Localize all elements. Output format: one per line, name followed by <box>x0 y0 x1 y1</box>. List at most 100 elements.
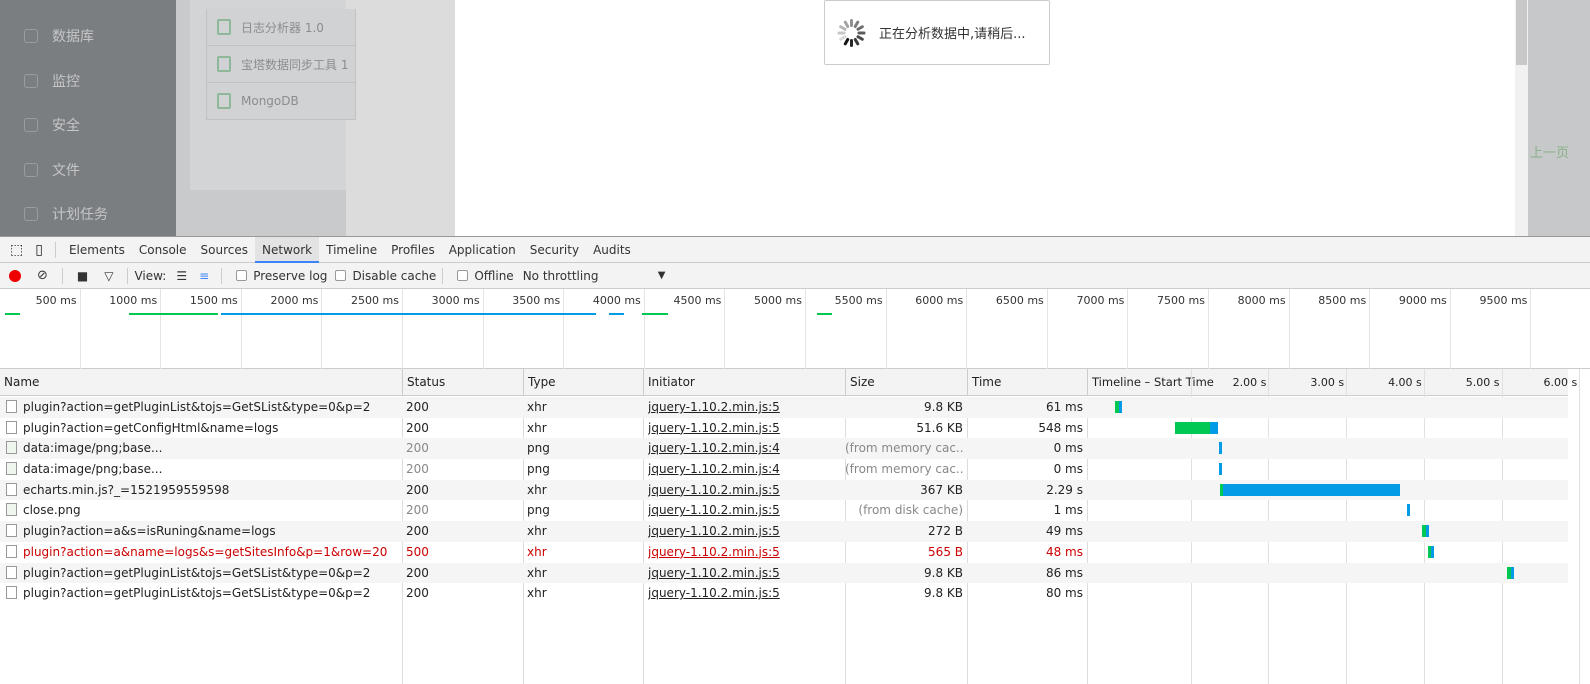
request-initiator-link[interactable]: jquery-1.10.2.min.js:5 <box>648 500 780 521</box>
image-icon <box>6 441 17 455</box>
request-name-cell[interactable]: plugin?action=getConfigHtml&name=logs <box>0 418 400 439</box>
spinner-segment <box>857 31 866 34</box>
request-name-cell[interactable]: echarts.min.js?_=1521959559598 <box>0 480 400 501</box>
request-initiator-link[interactable]: jquery-1.10.2.min.js:5 <box>648 521 780 542</box>
request-type: xhr <box>527 420 547 435</box>
request-name-cell[interactable]: data:image/png;base... <box>0 459 400 480</box>
request-name[interactable]: echarts.min.js?_=1521959559598 <box>23 483 229 497</box>
column-size[interactable]: Size <box>845 369 967 396</box>
plugin-item[interactable]: 宝塔数据同步工具 1 <box>206 46 356 83</box>
request-name-cell[interactable]: plugin?action=getPluginList&tojs=GetSLis… <box>0 397 400 418</box>
request-name-cell[interactable]: plugin?action=a&s=isRuning&name=logs <box>0 521 400 542</box>
network-overview[interactable]: 500 ms 1000 ms 1500 ms 2000 ms 2500 ms 3000 m… <box>0 289 1590 369</box>
scrollbar-thumb[interactable] <box>1516 0 1527 65</box>
request-type: xhr <box>527 400 547 414</box>
tab-sources[interactable]: Sources <box>194 237 255 263</box>
filter-icon[interactable]: ▽ <box>104 269 113 283</box>
sidebar-item[interactable]: 监控 <box>24 69 80 93</box>
request-status: 200 <box>406 482 429 497</box>
request-row[interactable]: plugin?action=getPluginList&tojs=GetSLis… <box>0 583 1568 604</box>
record-icon[interactable] <box>9 269 21 282</box>
overview-tick-label: 4000 ms <box>564 289 645 369</box>
request-name-cell[interactable]: data:image/png;base... <box>0 438 400 459</box>
request-initiator-link[interactable]: jquery-1.10.2.min.js:4 <box>648 459 780 480</box>
sidebar-item[interactable]: 数据库 <box>24 24 94 48</box>
request-initiator-link[interactable]: jquery-1.10.2.min.js:5 <box>648 563 780 584</box>
request-name-cell[interactable]: plugin?action=getPluginList&tojs=GetSLis… <box>0 583 400 604</box>
request-name[interactable]: plugin?action=getPluginList&tojs=GetSLis… <box>23 566 370 580</box>
sidebar-item[interactable]: 文件 <box>24 158 80 182</box>
sidebar-item[interactable]: 计划任务 <box>24 202 108 226</box>
tab-security[interactable]: Security <box>523 237 586 263</box>
tab-network[interactable]: Network <box>255 236 320 263</box>
device-toolbar-icon[interactable]: ▯ <box>35 242 43 258</box>
column-time[interactable]: Time <box>967 369 1087 396</box>
scrollbar[interactable] <box>1515 0 1528 236</box>
request-row[interactable]: plugin?action=a&s=isRuning&name=logs 200 x… <box>0 521 1568 542</box>
column-name[interactable]: Name <box>0 369 402 396</box>
request-row[interactable]: plugin?action=getConfigHtml&name=logs 200… <box>0 418 1568 439</box>
sidebar-item[interactable]: 安全 <box>24 113 80 137</box>
request-time: 0 ms <box>1053 441 1083 456</box>
plugin-icon <box>217 19 231 35</box>
request-row[interactable]: echarts.min.js?_=1521959559598 200 xhr jque… <box>0 479 1568 501</box>
plugin-item[interactable]: MongoDB <box>206 83 356 120</box>
tab-application[interactable]: Application <box>442 237 523 263</box>
request-initiator-link[interactable]: jquery-1.10.2.min.js:5 <box>648 542 780 563</box>
network-toolbar: ⊘ ■ ▽ View: ☰ ≡ Preserve log Disable cac… <box>0 263 1590 289</box>
request-name[interactable]: data:image/png;base... <box>23 441 162 455</box>
plugin-icon <box>217 56 231 72</box>
request-name[interactable]: data:image/png;base... <box>23 462 162 476</box>
request-name[interactable]: plugin?action=getConfigHtml&name=logs <box>23 421 278 435</box>
throttling-select[interactable]: No throttling <box>523 269 658 283</box>
column-type[interactable]: Type <box>523 369 643 396</box>
waterfall-tick-label: 2.00 s <box>1232 376 1267 389</box>
request-name-cell[interactable]: plugin?action=getPluginList&tojs=GetSLis… <box>0 563 400 584</box>
column-status[interactable]: Status <box>402 369 523 396</box>
request-name-cell[interactable]: close.png <box>0 500 400 521</box>
request-name-cell[interactable]: plugin?action=a&name=logs&s=getSitesInfo… <box>0 542 400 563</box>
request-row[interactable]: plugin?action=getPluginList&tojs=GetSLis… <box>0 397 1568 418</box>
disable-cache-checkbox[interactable] <box>335 270 347 281</box>
folder-icon <box>24 162 38 177</box>
offline-checkbox[interactable] <box>457 270 469 281</box>
request-name[interactable]: plugin?action=a&name=logs&s=getSitesInfo… <box>23 545 387 559</box>
list-view-icon[interactable]: ☰ <box>176 269 187 283</box>
tab-elements[interactable]: Elements <box>62 237 132 263</box>
column-initiator[interactable]: Initiator <box>643 369 845 396</box>
preserve-log-checkbox[interactable] <box>236 270 248 281</box>
clear-icon[interactable]: ⊘ <box>37 268 48 283</box>
request-initiator-link[interactable]: jquery-1.10.2.min.js:5 <box>648 418 780 439</box>
tab-timeline[interactable]: Timeline <box>319 237 384 263</box>
plugin-item[interactable]: 日志分析器 1.0 <box>206 9 356 46</box>
tab-audits[interactable]: Audits <box>586 237 638 263</box>
request-name[interactable]: plugin?action=getPluginList&tojs=GetSLis… <box>23 400 370 414</box>
plugin-name: 日志分析器 1.0 <box>241 20 324 35</box>
tab-profiles[interactable]: Profiles <box>384 237 442 263</box>
request-name[interactable]: plugin?action=getPluginList&tojs=GetSLis… <box>23 586 370 600</box>
screenshot-icon[interactable]: ■ <box>77 269 88 283</box>
request-name[interactable]: close.png <box>23 503 81 517</box>
request-row[interactable]: plugin?action=getPluginList&tojs=GetSLis… <box>0 562 1568 584</box>
tab-console[interactable]: Console <box>132 237 194 263</box>
chevron-down-icon[interactable]: ▼ <box>658 270 666 281</box>
request-initiator-link[interactable]: jquery-1.10.2.min.js:4 <box>648 438 780 459</box>
file-icon <box>6 586 17 600</box>
request-name[interactable]: plugin?action=a&s=isRuning&name=logs <box>23 524 276 538</box>
inspect-element-icon[interactable]: ⬚ <box>10 242 23 258</box>
request-row[interactable]: data:image/png;base... 200 png jquery-1.10.… <box>0 459 1568 480</box>
overview-tick-label: 7000 ms <box>1048 289 1129 369</box>
request-initiator-link[interactable]: jquery-1.10.2.min.js:5 <box>648 583 780 604</box>
request-row[interactable]: plugin?action=a&name=logs&s=getSitesInfo… <box>0 542 1568 563</box>
request-time: 48 ms <box>1045 544 1083 559</box>
waterfall-view-icon[interactable]: ≡ <box>199 269 209 283</box>
request-status: 200 <box>406 441 429 456</box>
request-initiator-link[interactable]: jquery-1.10.2.min.js:5 <box>648 480 780 501</box>
waterfall-tick-label: 3.00 s <box>1310 376 1345 389</box>
request-size: (from memory cac... <box>845 441 963 456</box>
request-row[interactable]: data:image/png;base... 200 png jquery-1.10.… <box>0 438 1568 460</box>
request-row[interactable]: close.png 200 png jquery-1.10.2.min.js:5 (fr… <box>0 500 1568 521</box>
request-initiator-link[interactable]: jquery-1.10.2.min.js:5 <box>648 397 780 418</box>
request-size: 565 B <box>928 544 963 559</box>
prev-page-link[interactable]: 上一页 <box>1530 142 1569 161</box>
